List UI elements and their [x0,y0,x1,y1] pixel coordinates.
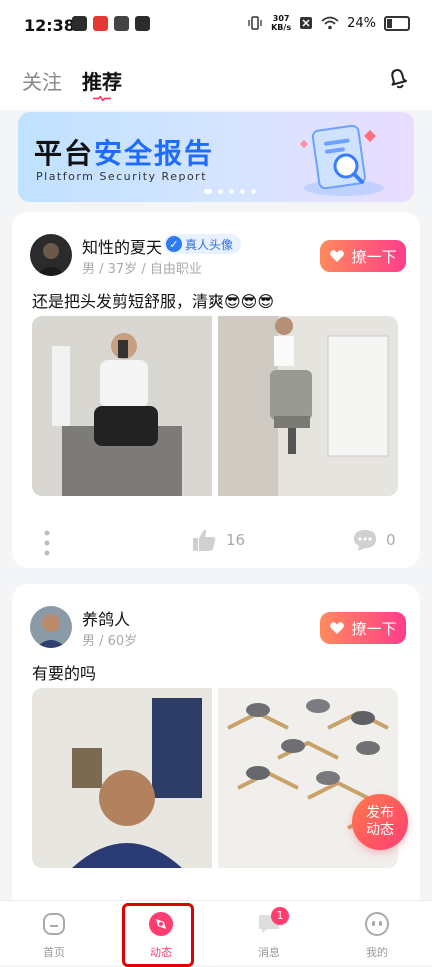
banner-pagination [204,189,256,194]
security-shield-illustration [300,124,384,196]
flirt-button-label: 撩一下 [351,247,397,266]
verified-badge-label: 真人头像 [185,237,234,252]
sim-off-icon [300,17,313,29]
net-speed-value: 307 [272,14,290,23]
status-bar: 12:38 307 KB/s 24% [0,0,432,50]
comment-icon [354,530,376,551]
top-nav: 关注 推荐 [0,50,432,110]
game-notification-icon [114,16,129,31]
banner-title-part2: 安全报告 [94,137,215,170]
bottom-nav: 首页 动态 1 消息 我的 [0,900,432,965]
tiktok-icon [72,16,87,31]
wifi-icon [321,16,339,30]
bell-icon[interactable] [384,64,412,92]
check-icon: ✓ [166,236,182,252]
tab-follow[interactable]: 关注 [22,66,62,95]
post-text: 有要的吗 [32,664,97,683]
app-notification-icon [93,16,108,31]
nav-messages[interactable]: 1 消息 [239,907,299,960]
link-icon [135,16,150,31]
post-card[interactable]: 养鸽人 男 / 60岁 撩一下 有要的吗 [12,584,420,924]
notification-icons [72,16,150,31]
nav-home-label: 首页 [43,946,65,959]
post-text: 还是把头发剪短舒服，清爽😎😎😎 [32,292,275,311]
avatar[interactable] [30,606,72,648]
banner-title: 平台安全报告 [34,132,214,172]
pagination-dot [218,189,223,194]
nav-me[interactable]: 我的 [347,911,407,960]
battery-icon [384,15,410,31]
network-speed: 307 KB/s [271,14,291,32]
flirt-button-label: 撩一下 [351,619,397,638]
comment-button[interactable]: 0 [352,528,396,552]
security-report-banner[interactable]: 平台安全报告 Platform Security Report [18,112,414,202]
post-photo[interactable] [32,688,212,868]
heart-icon [330,622,345,634]
nav-me-label: 我的 [366,946,388,959]
like-button[interactable]: 16 [192,528,245,552]
status-time: 12:38 [24,16,75,35]
battery-text: 24% [347,15,376,31]
post-photo[interactable] [32,316,212,496]
post-actions: 16 0 [12,522,420,562]
pagination-dot [229,189,234,194]
net-speed-unit: KB/s [271,23,292,32]
nav-home[interactable]: 首页 [24,911,84,960]
flirt-button[interactable]: 撩一下 [320,612,406,644]
nav-messages-label: 消息 [258,946,280,959]
pagination-dot [204,189,212,194]
selection-highlight [122,903,194,967]
status-right: 307 KB/s 24% [247,14,410,32]
heart-icon [330,250,345,262]
tab-recommend[interactable]: 推荐 [82,66,122,95]
pagination-dot [251,189,256,194]
publish-label-line1: 发布 [366,805,394,821]
pagination-dot [240,189,245,194]
banner-subtitle: Platform Security Report [36,170,208,183]
post-card[interactable]: 知性的夏天 ✓ 真人头像 男 / 37岁 / 自由职业 撩一下 还是把头发剪短舒… [12,212,420,568]
like-count: 16 [226,531,246,549]
avatar[interactable] [30,234,72,276]
user-meta: 男 / 37岁 / 自由职业 [82,262,202,277]
user-meta: 男 / 60岁 [82,634,138,649]
comment-count: 0 [386,531,396,549]
publish-label-line2: 动态 [366,822,394,838]
flirt-button[interactable]: 撩一下 [320,240,406,272]
username[interactable]: 养鸽人 [82,606,130,630]
unread-badge: 1 [271,907,289,925]
profile-face-icon [365,912,389,936]
thumbs-up-icon [193,529,216,551]
banner-title-part1: 平台 [34,137,95,170]
verified-badge: ✓ 真人头像 [164,234,242,254]
post-photo[interactable] [218,316,398,496]
more-options-icon[interactable] [44,530,50,556]
vibrate-icon [248,16,262,30]
tab-active-indicator [92,96,112,101]
username[interactable]: 知性的夏天 [82,234,162,258]
publish-post-button[interactable]: 发布 动态 [352,794,408,850]
home-icon [43,913,65,935]
